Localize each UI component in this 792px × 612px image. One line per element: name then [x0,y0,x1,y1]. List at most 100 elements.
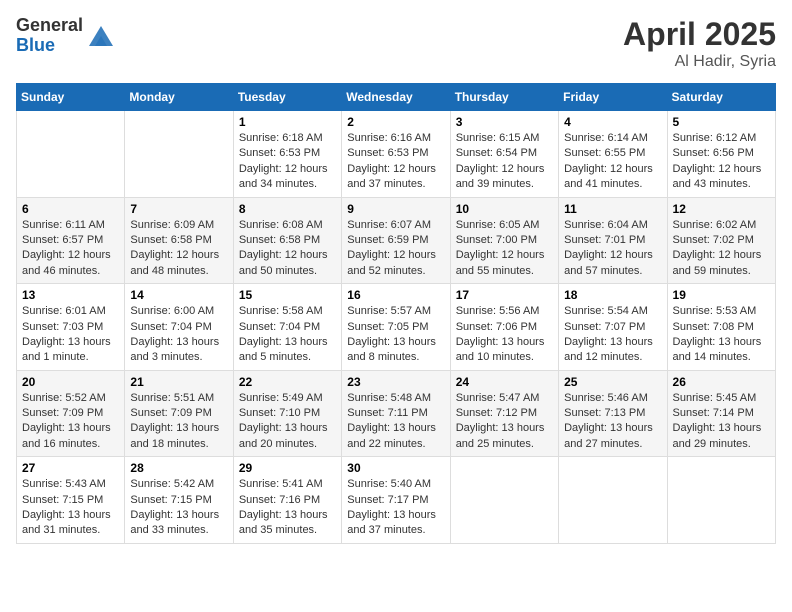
cell-text: Sunrise: 6:00 AM [130,304,227,319]
cell-text: Daylight: 12 hours and 46 minutes. [22,248,119,279]
calendar-cell [17,111,125,198]
cell-text: Sunrise: 5:41 AM [239,477,336,492]
calendar-cell: 6Sunrise: 6:11 AMSunset: 6:57 PMDaylight… [17,197,125,284]
cell-text: Daylight: 13 hours and 14 minutes. [673,335,770,366]
cell-text: Daylight: 13 hours and 12 minutes. [564,335,661,366]
weekday-header-thursday: Thursday [450,84,558,111]
cell-text: Sunrise: 5:43 AM [22,477,119,492]
day-number: 24 [456,375,553,389]
cell-text: Daylight: 13 hours and 1 minute. [22,335,119,366]
calendar-cell: 10Sunrise: 6:05 AMSunset: 7:00 PMDayligh… [450,197,558,284]
day-number: 16 [347,288,444,302]
calendar-cell: 27Sunrise: 5:43 AMSunset: 7:15 PMDayligh… [17,457,125,544]
day-number: 25 [564,375,661,389]
calendar-cell: 4Sunrise: 6:14 AMSunset: 6:55 PMDaylight… [559,111,667,198]
cell-text: Daylight: 13 hours and 16 minutes. [22,421,119,452]
calendar-cell: 24Sunrise: 5:47 AMSunset: 7:12 PMDayligh… [450,370,558,457]
cell-text: Sunset: 7:05 PM [347,320,444,335]
day-number: 8 [239,202,336,216]
cell-text: Daylight: 13 hours and 5 minutes. [239,335,336,366]
cell-text: Sunrise: 6:09 AM [130,218,227,233]
day-number: 9 [347,202,444,216]
calendar-cell: 11Sunrise: 6:04 AMSunset: 7:01 PMDayligh… [559,197,667,284]
calendar-cell: 17Sunrise: 5:56 AMSunset: 7:06 PMDayligh… [450,284,558,371]
calendar-cell: 28Sunrise: 5:42 AMSunset: 7:15 PMDayligh… [125,457,233,544]
calendar-cell [125,111,233,198]
cell-text: Daylight: 13 hours and 29 minutes. [673,421,770,452]
cell-text: Sunrise: 6:16 AM [347,131,444,146]
calendar-week-row: 13Sunrise: 6:01 AMSunset: 7:03 PMDayligh… [17,284,776,371]
day-number: 22 [239,375,336,389]
calendar-cell: 20Sunrise: 5:52 AMSunset: 7:09 PMDayligh… [17,370,125,457]
calendar-cell: 12Sunrise: 6:02 AMSunset: 7:02 PMDayligh… [667,197,775,284]
cell-text: Daylight: 13 hours and 31 minutes. [22,508,119,539]
cell-text: Sunset: 7:00 PM [456,233,553,248]
cell-text: Sunset: 7:01 PM [564,233,661,248]
cell-text: Sunrise: 6:12 AM [673,131,770,146]
calendar-week-row: 1Sunrise: 6:18 AMSunset: 6:53 PMDaylight… [17,111,776,198]
day-number: 1 [239,115,336,129]
day-number: 7 [130,202,227,216]
cell-text: Sunrise: 5:42 AM [130,477,227,492]
cell-text: Sunset: 7:02 PM [673,233,770,248]
calendar-cell: 14Sunrise: 6:00 AMSunset: 7:04 PMDayligh… [125,284,233,371]
calendar-cell: 5 Sunrise: 6:12 AMSunset: 6:56 PMDaylight… [667,111,775,198]
calendar-cell [667,457,775,544]
calendar-cell: 3Sunrise: 6:15 AMSunset: 6:54 PMDaylight… [450,111,558,198]
cell-text: Daylight: 12 hours and 43 minutes. [673,162,770,193]
cell-text: Sunset: 7:15 PM [130,493,227,508]
calendar-cell: 22Sunrise: 5:49 AMSunset: 7:10 PMDayligh… [233,370,341,457]
cell-text: Daylight: 13 hours and 27 minutes. [564,421,661,452]
cell-text: Daylight: 13 hours and 22 minutes. [347,421,444,452]
calendar-week-row: 27Sunrise: 5:43 AMSunset: 7:15 PMDayligh… [17,457,776,544]
cell-text: Daylight: 12 hours and 57 minutes. [564,248,661,279]
cell-text: Sunrise: 5:51 AM [130,391,227,406]
day-number: 5 [673,115,770,129]
cell-text: Sunset: 7:09 PM [130,406,227,421]
calendar-cell: 13Sunrise: 6:01 AMSunset: 7:03 PMDayligh… [17,284,125,371]
calendar-cell: 2Sunrise: 6:16 AMSunset: 6:53 PMDaylight… [342,111,450,198]
calendar-cell: 9Sunrise: 6:07 AMSunset: 6:59 PMDaylight… [342,197,450,284]
cell-text: Sunrise: 6:15 AM [456,131,553,146]
cell-text: Daylight: 13 hours and 37 minutes. [347,508,444,539]
day-number: 12 [673,202,770,216]
calendar-cell: 29Sunrise: 5:41 AMSunset: 7:16 PMDayligh… [233,457,341,544]
cell-text: Sunrise: 5:52 AM [22,391,119,406]
calendar-cell: 21Sunrise: 5:51 AMSunset: 7:09 PMDayligh… [125,370,233,457]
cell-text: Sunrise: 5:57 AM [347,304,444,319]
cell-text: Daylight: 12 hours and 39 minutes. [456,162,553,193]
weekday-header-wednesday: Wednesday [342,84,450,111]
day-number: 20 [22,375,119,389]
day-number: 23 [347,375,444,389]
calendar-table: SundayMondayTuesdayWednesdayThursdayFrid… [16,83,776,544]
calendar-cell [450,457,558,544]
cell-text: Sunset: 7:12 PM [456,406,553,421]
cell-text: Daylight: 13 hours and 10 minutes. [456,335,553,366]
weekday-header-friday: Friday [559,84,667,111]
weekday-header-saturday: Saturday [667,84,775,111]
day-number: 13 [22,288,119,302]
cell-text: Daylight: 12 hours and 37 minutes. [347,162,444,193]
cell-text: Sunrise: 5:53 AM [673,304,770,319]
cell-text: Sunset: 7:08 PM [673,320,770,335]
day-number: 29 [239,461,336,475]
cell-text: Daylight: 13 hours and 35 minutes. [239,508,336,539]
calendar-cell: 30Sunrise: 5:40 AMSunset: 7:17 PMDayligh… [342,457,450,544]
calendar-cell: 19Sunrise: 5:53 AMSunset: 7:08 PMDayligh… [667,284,775,371]
day-number: 10 [456,202,553,216]
cell-text: Daylight: 13 hours and 18 minutes. [130,421,227,452]
day-number: 6 [22,202,119,216]
calendar-week-row: 20Sunrise: 5:52 AMSunset: 7:09 PMDayligh… [17,370,776,457]
cell-text: Sunrise: 5:56 AM [456,304,553,319]
day-number: 28 [130,461,227,475]
cell-text: Sunset: 7:06 PM [456,320,553,335]
cell-text: Sunset: 6:56 PM [673,146,770,161]
cell-text: Sunset: 7:15 PM [22,493,119,508]
cell-text: Sunset: 7:13 PM [564,406,661,421]
day-number: 2 [347,115,444,129]
cell-text: Sunrise: 5:45 AM [673,391,770,406]
page-header: General Blue April 2025 Al Hadir, Syria [16,16,776,71]
cell-text: Sunset: 7:17 PM [347,493,444,508]
cell-text: Sunset: 7:03 PM [22,320,119,335]
month-year-title: April 2025 [623,16,776,53]
